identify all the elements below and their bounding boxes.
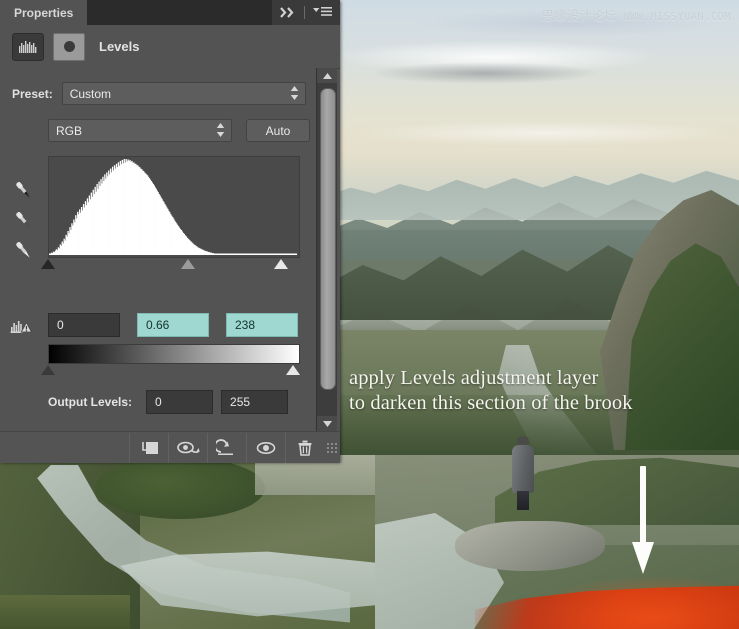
annotation-text: apply Levels adjustment layer to darken … xyxy=(349,366,739,416)
tab-bar-filler xyxy=(87,0,272,25)
grip-dots xyxy=(327,442,337,453)
brook-right-region xyxy=(375,455,739,629)
double-chevron-right-icon[interactable] xyxy=(280,7,296,18)
view-previous-state-button[interactable] xyxy=(168,432,207,463)
set-white-point-eyedropper[interactable] xyxy=(8,236,38,266)
mask-dot xyxy=(63,41,75,52)
preset-row: Preset: Custom xyxy=(0,68,322,105)
histogram-container xyxy=(41,156,300,271)
histogram-icon[interactable] xyxy=(12,32,44,61)
chevron-updown-icon xyxy=(216,123,225,137)
output-gradient-container xyxy=(41,344,300,377)
channel-select[interactable]: RGB xyxy=(48,119,232,142)
panel-body: Preset: Custom RGB Auto 0 0.66 238 Outpu… xyxy=(0,68,322,431)
panel-scrollbar[interactable] xyxy=(316,68,337,431)
watermark-chinese: 思缘设计论坛 xyxy=(541,8,617,23)
input-white-slider[interactable] xyxy=(273,259,288,269)
watermark-url: WWW.MISSYUAN.COM xyxy=(623,11,731,23)
output-white-field[interactable]: 255 xyxy=(221,390,289,414)
panel-header: Levels xyxy=(0,25,340,69)
control-divider xyxy=(304,6,305,19)
legs xyxy=(517,491,529,510)
properties-panel: Properties Levels Preset: Custom RGB Aut… xyxy=(0,0,340,463)
down-arrow-annotation xyxy=(632,466,654,574)
delete-layer-button[interactable] xyxy=(285,432,324,463)
set-black-point-eyedropper[interactable] xyxy=(8,176,38,206)
screenshot-root: apply Levels adjustment layer to darken … xyxy=(0,0,739,629)
layer-mask-thumbnail-icon[interactable] xyxy=(53,32,85,61)
panel-resize-grip[interactable] xyxy=(324,433,340,463)
chevron-updown-icon xyxy=(290,86,299,100)
channel-row: RGB Auto xyxy=(0,105,322,142)
panel-bottom-toolbar xyxy=(0,431,340,463)
output-gradient-bar xyxy=(48,344,300,364)
output-white-slider[interactable] xyxy=(286,365,300,375)
output-levels-row: Output Levels: 0 255 xyxy=(48,390,296,414)
panel-controls xyxy=(272,0,340,25)
scroll-down-arrow-icon[interactable] xyxy=(317,416,337,431)
histogram-chart[interactable] xyxy=(48,156,300,258)
brook-left-region xyxy=(0,455,375,629)
preset-value: Custom xyxy=(69,86,112,101)
preset-label: Preset: xyxy=(12,86,53,101)
input-levels-row: 0 0.66 238 xyxy=(48,313,298,337)
histogram-plot xyxy=(49,159,297,255)
set-gray-point-eyedropper[interactable] xyxy=(8,206,38,236)
input-highlight-field[interactable]: 238 xyxy=(226,313,298,337)
large-rock xyxy=(455,521,605,571)
preset-select[interactable]: Custom xyxy=(61,82,306,105)
watermark: 思缘设计论坛 WWW.MISSYUAN.COM xyxy=(541,5,731,24)
annotation-line-1: apply Levels adjustment layer xyxy=(349,367,599,389)
histogram-cache-warning-icon[interactable] xyxy=(10,316,46,338)
input-black-slider[interactable] xyxy=(41,259,55,269)
reset-button[interactable] xyxy=(207,432,246,463)
cloud xyxy=(350,120,739,146)
red-glow xyxy=(525,575,739,629)
scrollbar-thumb[interactable] xyxy=(320,88,336,390)
page-title: Levels xyxy=(99,39,140,54)
foreground-grass xyxy=(0,595,130,629)
coat xyxy=(512,445,534,493)
panel-menu-icon[interactable] xyxy=(313,4,332,22)
output-levels-label: Output Levels: xyxy=(48,395,133,409)
input-shadow-field[interactable]: 0 xyxy=(48,313,120,337)
input-midtone-field[interactable]: 0.66 xyxy=(137,313,209,337)
clip-to-layer-button[interactable] xyxy=(129,432,168,463)
channel-value: RGB xyxy=(56,123,83,138)
output-black-field[interactable]: 0 xyxy=(146,390,214,414)
output-black-slider[interactable] xyxy=(41,365,55,375)
toggle-layer-visibility-button[interactable] xyxy=(246,432,285,463)
auto-button[interactable]: Auto xyxy=(246,119,310,142)
cloud xyxy=(370,62,600,84)
bush xyxy=(95,457,265,519)
input-gray-slider[interactable] xyxy=(181,259,195,269)
scroll-up-arrow-icon[interactable] xyxy=(317,68,337,83)
tab-label: Properties xyxy=(14,5,74,20)
arrow-head xyxy=(632,542,654,574)
tab-properties[interactable]: Properties xyxy=(0,0,88,25)
annotation-line-2: to darken this section of the brook xyxy=(349,392,633,414)
arrow-shaft xyxy=(640,466,646,550)
panel-tab-bar: Properties xyxy=(0,0,340,25)
eyedropper-column xyxy=(8,176,42,266)
input-slider-track[interactable] xyxy=(41,258,298,271)
output-slider-track[interactable] xyxy=(41,364,300,377)
man-standing-on-rock xyxy=(510,436,536,510)
